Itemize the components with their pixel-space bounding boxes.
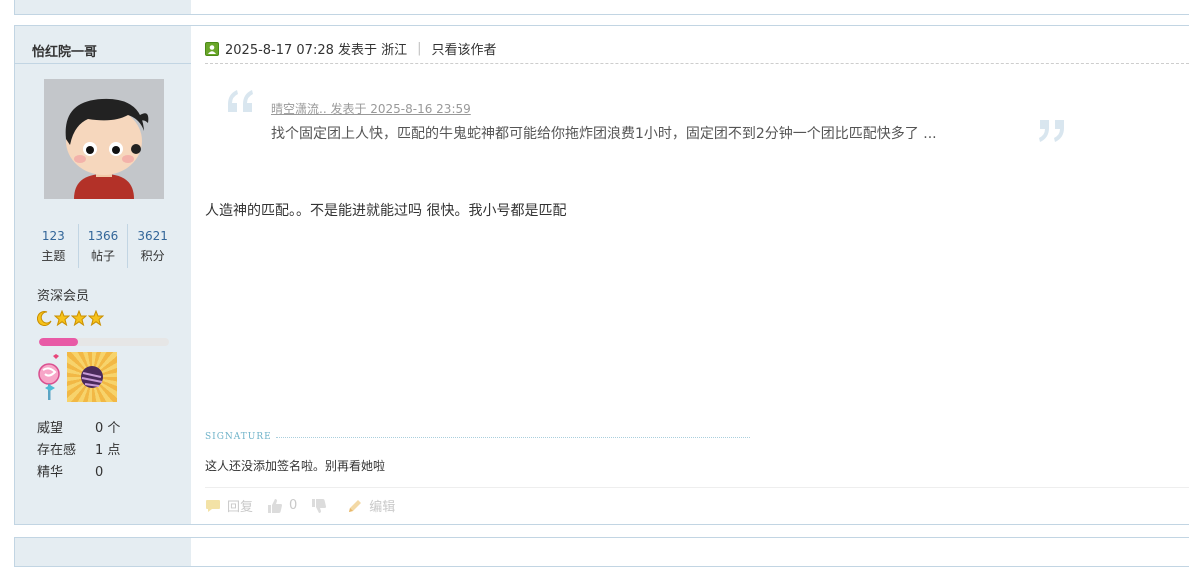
level-stars <box>37 310 104 326</box>
medals <box>37 352 117 402</box>
post-body: 人造神的匹配。。不是能进就能过吗 很快。我小号都是匹配 <box>205 203 567 219</box>
actions-divider <box>205 487 1189 488</box>
user-group[interactable]: 资深会员 <box>37 285 89 304</box>
thumbs-down-icon <box>312 498 327 513</box>
author-stats: 123 主题 1366 帖子 3621 积分 <box>29 224 177 268</box>
header-divider <box>205 63 1189 64</box>
previous-post-sidebar <box>15 0 191 14</box>
stat-points-value[interactable]: 3621 <box>128 226 177 246</box>
post-header: 2025-8-17 07:28 发表于 浙江 | 只看该作者 <box>205 39 497 58</box>
avatar[interactable] <box>44 79 164 199</box>
candy-medal-icon[interactable] <box>67 352 117 402</box>
dislike-button[interactable] <box>311 498 333 514</box>
star-icon <box>71 310 87 326</box>
star-icon <box>88 310 104 326</box>
quote-close-icon <box>1039 120 1064 142</box>
signature-divider <box>275 436 750 438</box>
level-progress-fill <box>39 338 78 346</box>
like-button[interactable]: 0 <box>267 498 297 514</box>
stat-points-label: 积分 <box>140 249 165 263</box>
quote-block: 晴空潇流.. 发表于 2025-8-16 23:59 找个固定团上人快，匹配的牛… <box>225 88 1065 158</box>
previous-post <box>14 0 1189 15</box>
quote-source-link[interactable]: 晴空潇流.. 发表于 2025-8-16 23:59 <box>271 100 471 117</box>
next-post <box>14 537 1189 567</box>
stat-threads-value[interactable]: 123 <box>29 226 78 246</box>
speech-bubble-icon <box>206 499 220 512</box>
info-value: 1 点 <box>95 443 121 458</box>
forum-post: 怡红院一哥 123 主题 1366 帖子 3621 积分 资深会员 威望 0 个… <box>14 25 1189 525</box>
avatar-cartoon-icon <box>44 79 164 199</box>
stat-posts-label: 帖子 <box>91 249 116 263</box>
next-post-sidebar <box>15 538 191 566</box>
post-datetime: 2025-8-17 07:28 发表于 浙江 <box>225 43 408 58</box>
candy-icon <box>81 366 103 388</box>
stat-posts[interactable]: 1366 帖子 <box>77 224 128 268</box>
pencil-icon <box>349 499 362 512</box>
thumbs-up-icon <box>268 498 283 513</box>
info-key: 威望 <box>37 421 64 436</box>
author-info: 威望 0 个 存在感 1 点 精华 0 <box>37 418 120 484</box>
user-silhouette-icon <box>208 44 216 54</box>
info-row-prestige: 威望 0 个 <box>37 418 120 440</box>
signature-text: 这人还没添加签名啦。别再看她啦 <box>205 459 386 473</box>
only-author-link[interactable]: 只看该作者 <box>432 39 497 58</box>
like-count: 0 <box>289 498 298 513</box>
quote-text: 找个固定团上人快，匹配的牛鬼蛇神都可能给你拖炸团浪费1小时，固定团不到2分钟一个… <box>271 126 937 142</box>
level-progress-bar <box>39 338 169 346</box>
edit-button[interactable]: 编辑 <box>347 496 395 515</box>
edit-label: 编辑 <box>369 500 396 515</box>
author-name[interactable]: 怡红院一哥 <box>32 41 97 60</box>
star-icon <box>54 310 70 326</box>
signature-title: SIGNATURE <box>205 432 272 442</box>
info-key: 精华 <box>37 465 64 480</box>
stat-threads[interactable]: 123 主题 <box>29 224 78 268</box>
user-online-icon <box>205 41 219 56</box>
info-row-presence: 存在感 1 点 <box>37 440 120 462</box>
stat-posts-value[interactable]: 1366 <box>79 226 128 246</box>
stat-points[interactable]: 3621 积分 <box>127 224 177 268</box>
lollipop-medal-icon[interactable] <box>37 354 63 402</box>
post-content: 2025-8-17 07:28 发表于 浙江 | 只看该作者 晴空潇流.. 发表… <box>205 26 1189 524</box>
info-row-essence: 精华 0 <box>37 462 120 484</box>
moon-icon <box>37 311 52 326</box>
quote-open-icon <box>228 90 253 112</box>
reply-button[interactable]: 回复 <box>205 496 253 515</box>
reply-label: 回复 <box>227 500 254 515</box>
stat-threads-label: 主题 <box>41 249 66 263</box>
header-separator: | <box>417 41 422 56</box>
info-key: 存在感 <box>37 443 77 458</box>
info-value: 0 个 <box>95 421 121 436</box>
signature-heading: SIGNATURE <box>205 432 750 442</box>
post-actions: 回复 0 编辑 <box>205 496 409 515</box>
sidebar-divider <box>15 63 191 64</box>
info-value: 0 <box>95 465 104 480</box>
author-sidebar: 怡红院一哥 123 主题 1366 帖子 3621 积分 资深会员 威望 0 个… <box>15 26 191 524</box>
